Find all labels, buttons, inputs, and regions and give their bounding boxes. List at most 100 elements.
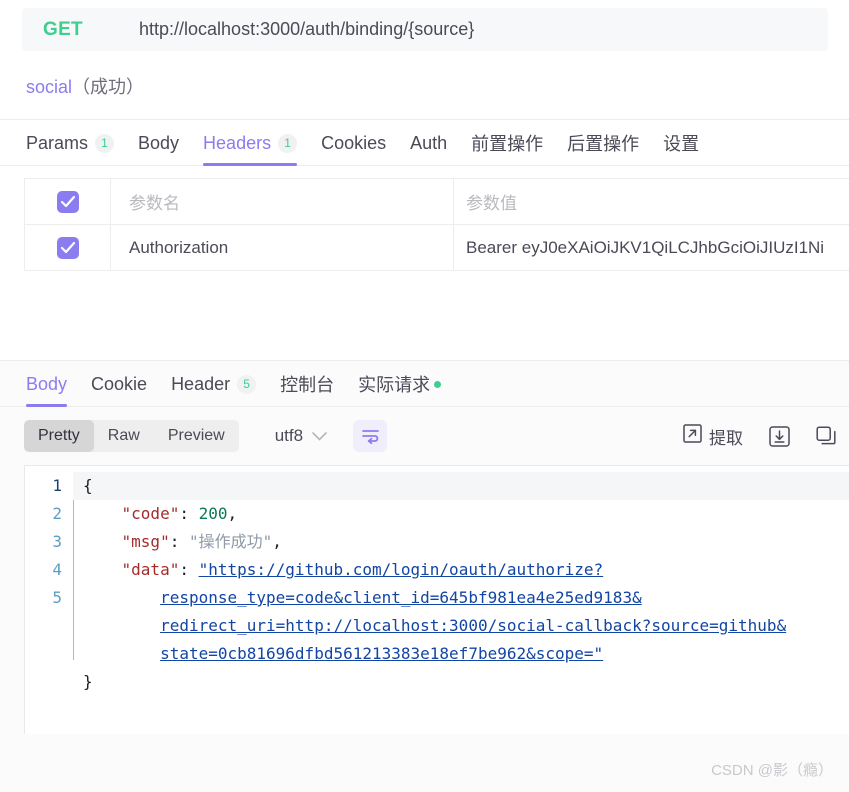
check-icon <box>60 241 75 253</box>
code-content[interactable]: { "code": 200, "msg": "操作成功", "data": "h… <box>73 466 849 734</box>
tab-label: Auth <box>410 132 448 153</box>
tab-label: Params <box>26 132 89 153</box>
request-tabs: Params 1 Body Headers 1 Cookies Auth 前置操作 后置操作 设置 <box>0 120 849 166</box>
tab-badge: 1 <box>95 133 115 153</box>
copy-icon <box>816 425 836 444</box>
code-token[interactable]: state=0cb81696dfbd561213383e18ef7be962&s… <box>160 644 603 663</box>
code-token: : <box>179 560 199 579</box>
request-name: social <box>26 77 73 97</box>
code-token: , <box>272 532 282 551</box>
code-lines: { "code": 200, "msg": "操作成功", "data": "h… <box>73 472 849 696</box>
download-icon <box>769 425 790 447</box>
view-mode-preview[interactable]: Preview <box>154 420 239 452</box>
tab-label: 前置操作 <box>471 134 544 154</box>
tab-label: 控制台 <box>280 375 335 395</box>
code-token: } <box>83 672 93 691</box>
request-status: （成功） <box>72 77 145 97</box>
request-tab-cookies[interactable]: Cookies <box>321 121 386 165</box>
tab-label: Cookies <box>321 132 387 153</box>
code-token[interactable]: response_type=code&client_id=645bf981ea4… <box>160 588 642 607</box>
view-mode-switch: Pretty Raw Preview <box>24 420 239 452</box>
header-key-placeholder[interactable]: 参数名 <box>111 179 454 224</box>
select-all-checkbox[interactable] <box>56 190 79 213</box>
row-checkbox-cell[interactable] <box>25 225 111 270</box>
request-tab-headers[interactable]: Headers 1 <box>203 121 298 166</box>
response-tab-控制台[interactable]: 控制台 <box>280 362 334 406</box>
code-token: "操作成功" <box>188 532 273 551</box>
line-number: 3 <box>52 532 62 551</box>
code-line: } <box>83 668 849 696</box>
status-dot <box>434 380 442 388</box>
line-number: 2 <box>52 504 62 523</box>
extract-button[interactable]: 提取 <box>683 424 743 449</box>
headers-table: 参数名 参数值 Authorization Bearer eyJ0eXAiOiJ… <box>24 178 849 271</box>
line-number-gutter: 1 2 3 4 5 <box>25 466 73 734</box>
code-token: , <box>227 504 238 523</box>
code-token: : <box>179 504 199 523</box>
tab-label: 后置操作 <box>567 134 640 154</box>
request-tab-设置[interactable]: 设置 <box>663 121 699 165</box>
code-line: "msg": "操作成功", <box>83 528 849 556</box>
wrap-lines-button[interactable] <box>353 420 388 452</box>
code-token: "code" <box>121 504 180 523</box>
request-tab-后置操作[interactable]: 后置操作 <box>567 121 639 165</box>
tab-label: Body <box>26 373 68 394</box>
table-row: Authorization Bearer eyJ0eXAiOiJKV1QiLCJ… <box>25 225 849 271</box>
copy-button[interactable] <box>816 425 837 447</box>
response-tab-实际请求[interactable]: 实际请求 <box>358 362 442 406</box>
response-tab-header[interactable]: Header 5 <box>171 362 257 406</box>
chevron-down-icon <box>312 429 327 444</box>
view-mode-pretty[interactable]: Pretty <box>24 420 94 452</box>
tab-badge: 1 <box>278 133 298 153</box>
url-input[interactable]: http://localhost:3000/auth/binding/{sour… <box>139 19 474 40</box>
code-token[interactable]: redirect_uri=http://localhost:3000/socia… <box>160 616 786 635</box>
response-tab-body[interactable]: Body <box>26 362 68 407</box>
wrap-lines-icon <box>361 430 379 444</box>
request-tab-body[interactable]: Body <box>138 121 179 165</box>
header-value-placeholder[interactable]: 参数值 <box>454 179 849 224</box>
toolbar-right-actions: 提取 <box>683 424 837 449</box>
response-toolbar: Pretty Raw Preview utf8 提取 <box>0 407 849 465</box>
code-token: { <box>83 476 93 495</box>
watermark: CSDN @影（瘾） <box>711 762 833 779</box>
code-token[interactable]: https://github.com/login/oauth/authorize… <box>208 560 603 579</box>
http-method-label[interactable]: GET <box>43 19 101 41</box>
row-checkbox[interactable] <box>56 236 79 259</box>
response-body-code[interactable]: 1 2 3 4 5 { "code": 200, "msg": "操作成功", "dat… <box>24 465 849 734</box>
code-token: 200 <box>198 504 228 523</box>
code-token: : <box>169 532 189 551</box>
row-key-input[interactable]: Authorization <box>111 225 454 270</box>
tab-label: 实际请求 <box>358 375 431 395</box>
url-bar[interactable]: GET http://localhost:3000/auth/binding/{… <box>22 8 828 51</box>
request-title: social（成功） <box>26 73 849 99</box>
request-tab-params[interactable]: Params 1 <box>26 121 115 165</box>
tab-label: Headers <box>203 132 272 153</box>
tab-label: Cookie <box>91 373 148 394</box>
request-tab-前置操作[interactable]: 前置操作 <box>471 121 543 165</box>
code-line: "data": "https://github.com/login/oauth/… <box>83 556 849 584</box>
row-value-input[interactable]: Bearer eyJ0eXAiOiJKV1QiLCJhbGciOiJIUzI1N… <box>454 225 849 270</box>
response-panel: Body Cookie Header 5 控制台 实际请求 Pretty Raw Previe… <box>0 360 849 792</box>
code-token: "data" <box>121 560 180 579</box>
response-tabs: Body Cookie Header 5 控制台 实际请求 <box>0 361 849 407</box>
code-token: "msg" <box>121 532 170 551</box>
code-line: { <box>73 472 849 500</box>
encoding-selector[interactable]: utf8 <box>275 426 327 446</box>
code-line: "code": 200, <box>83 500 849 528</box>
line-number: 1 <box>52 476 62 495</box>
code-token[interactable]: " <box>199 560 209 579</box>
view-mode-raw[interactable]: Raw <box>94 420 154 452</box>
code-line-wrapped: response_type=code&client_id=645bf981ea4… <box>83 584 849 612</box>
request-tab-auth[interactable]: Auth <box>410 121 447 165</box>
code-line-wrapped: redirect_uri=http://localhost:3000/socia… <box>83 612 849 640</box>
header-checkbox-cell[interactable] <box>25 179 111 224</box>
tab-label: Body <box>138 132 180 153</box>
download-button[interactable] <box>769 425 790 447</box>
tab-badge: 5 <box>237 374 257 394</box>
extract-icon <box>683 424 702 448</box>
tab-label: 设置 <box>663 134 700 154</box>
check-icon <box>60 195 75 207</box>
line-number: 4 <box>52 560 62 579</box>
table-header-row: 参数名 参数值 <box>25 179 849 225</box>
response-tab-cookie[interactable]: Cookie <box>91 362 147 406</box>
